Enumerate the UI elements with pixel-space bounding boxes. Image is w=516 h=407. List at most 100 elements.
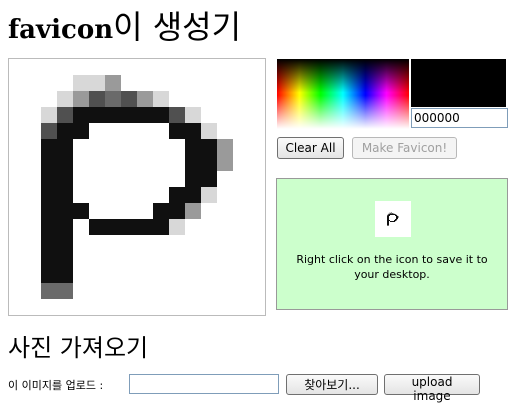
- canvas-pixel[interactable]: [121, 107, 137, 123]
- preview-pixel: [395, 215, 396, 216]
- canvas-pixel[interactable]: [57, 235, 73, 251]
- preview-pixel: [389, 215, 390, 216]
- preview-pixel: [388, 215, 389, 216]
- canvas-pixel[interactable]: [41, 123, 57, 139]
- preview-pixel: [393, 214, 394, 215]
- canvas-pixel[interactable]: [201, 171, 217, 187]
- canvas-pixel[interactable]: [89, 91, 105, 107]
- file-path-input[interactable]: [129, 374, 279, 394]
- canvas-pixel[interactable]: [153, 107, 169, 123]
- canvas-pixel[interactable]: [57, 219, 73, 235]
- canvas-pixel[interactable]: [169, 107, 185, 123]
- preview-pixel: [388, 222, 389, 223]
- preview-pixel: [387, 218, 388, 219]
- preview-pixel: [391, 212, 392, 213]
- canvas-pixel[interactable]: [41, 203, 57, 219]
- canvas-pixel[interactable]: [57, 107, 73, 123]
- canvas-pixel[interactable]: [169, 123, 185, 139]
- canvas-pixel[interactable]: [41, 267, 57, 283]
- canvas-pixel[interactable]: [73, 75, 89, 91]
- preview-pixel: [392, 213, 393, 214]
- canvas-pixel[interactable]: [41, 139, 57, 155]
- canvas-pixel[interactable]: [185, 123, 201, 139]
- canvas-pixel[interactable]: [41, 155, 57, 171]
- canvas-pixel[interactable]: [201, 139, 217, 155]
- preview-pixel: [389, 214, 390, 215]
- preview-pixel: [397, 217, 398, 218]
- canvas-pixel[interactable]: [185, 155, 201, 171]
- canvas-pixel[interactable]: [137, 219, 153, 235]
- canvas-pixel[interactable]: [169, 219, 185, 235]
- canvas-pixel[interactable]: [105, 75, 121, 91]
- canvas-pixel[interactable]: [41, 187, 57, 203]
- canvas-pixel[interactable]: [185, 139, 201, 155]
- canvas-pixel[interactable]: [73, 107, 89, 123]
- preview-pixel: [396, 218, 397, 219]
- canvas-pixel[interactable]: [185, 171, 201, 187]
- canvas-pixel[interactable]: [217, 139, 233, 155]
- canvas-pixel[interactable]: [185, 187, 201, 203]
- preview-pixel: [388, 225, 389, 226]
- canvas-pixel[interactable]: [41, 283, 57, 299]
- preview-pixel: [388, 224, 389, 225]
- canvas-pixel[interactable]: [137, 107, 153, 123]
- make-favicon-button[interactable]: Make Favicon!: [352, 137, 457, 159]
- canvas-pixel[interactable]: [121, 219, 137, 235]
- page-title: favicon이 생성기: [8, 2, 241, 46]
- canvas-pixel[interactable]: [105, 91, 121, 107]
- preview-pixel: [396, 220, 397, 221]
- canvas-pixel[interactable]: [121, 91, 137, 107]
- drawing-canvas[interactable]: [8, 58, 266, 316]
- canvas-pixel[interactable]: [105, 107, 121, 123]
- preview-pixel: [392, 214, 393, 215]
- favicon-preview[interactable]: [375, 201, 411, 237]
- canvas-pixel[interactable]: [57, 123, 73, 139]
- canvas-pixel[interactable]: [89, 219, 105, 235]
- canvas-pixel[interactable]: [137, 91, 153, 107]
- canvas-pixel[interactable]: [153, 219, 169, 235]
- canvas-pixel[interactable]: [185, 203, 201, 219]
- canvas-pixel[interactable]: [201, 187, 217, 203]
- canvas-pixel[interactable]: [201, 123, 217, 139]
- upload-image-button[interactable]: upload image: [384, 374, 480, 403]
- preview-pixel: [397, 219, 398, 220]
- canvas-pixel[interactable]: [57, 139, 73, 155]
- canvas-pixel[interactable]: [41, 251, 57, 267]
- canvas-pixel[interactable]: [57, 203, 73, 219]
- canvas-pixel[interactable]: [169, 187, 185, 203]
- canvas-pixel[interactable]: [57, 155, 73, 171]
- canvas-pixel[interactable]: [105, 219, 121, 235]
- canvas-pixel[interactable]: [41, 219, 57, 235]
- canvas-pixel[interactable]: [89, 107, 105, 123]
- canvas-pixel[interactable]: [57, 187, 73, 203]
- canvas-pixel[interactable]: [153, 91, 169, 107]
- canvas-pixel[interactable]: [73, 91, 89, 107]
- canvas-pixel[interactable]: [57, 251, 73, 267]
- pixel-grid[interactable]: [9, 59, 265, 315]
- canvas-pixel[interactable]: [57, 91, 73, 107]
- preview-pixel: [391, 213, 392, 214]
- canvas-pixel[interactable]: [89, 75, 105, 91]
- preview-pixel: [388, 218, 389, 219]
- canvas-pixel[interactable]: [185, 107, 201, 123]
- canvas-pixel[interactable]: [169, 203, 185, 219]
- canvas-pixel[interactable]: [41, 107, 57, 123]
- canvas-pixel[interactable]: [201, 155, 217, 171]
- hex-color-input[interactable]: [411, 108, 508, 128]
- canvas-pixel[interactable]: [73, 203, 89, 219]
- canvas-pixel[interactable]: [57, 283, 73, 299]
- canvas-pixel[interactable]: [73, 123, 89, 139]
- browse-button[interactable]: 찾아보기...: [286, 374, 378, 395]
- clear-all-button[interactable]: Clear All: [277, 137, 344, 159]
- canvas-pixel[interactable]: [57, 267, 73, 283]
- canvas-pixel[interactable]: [153, 203, 169, 219]
- canvas-pixel[interactable]: [41, 235, 57, 251]
- canvas-pixel[interactable]: [41, 171, 57, 187]
- preview-pixel: [394, 220, 395, 221]
- canvas-pixel[interactable]: [217, 155, 233, 171]
- canvas-pixel[interactable]: [57, 171, 73, 187]
- preview-pixel: [394, 221, 395, 222]
- preview-pixel: [395, 220, 396, 221]
- preview-pixel: [387, 219, 388, 220]
- color-spectrum[interactable]: [277, 59, 409, 129]
